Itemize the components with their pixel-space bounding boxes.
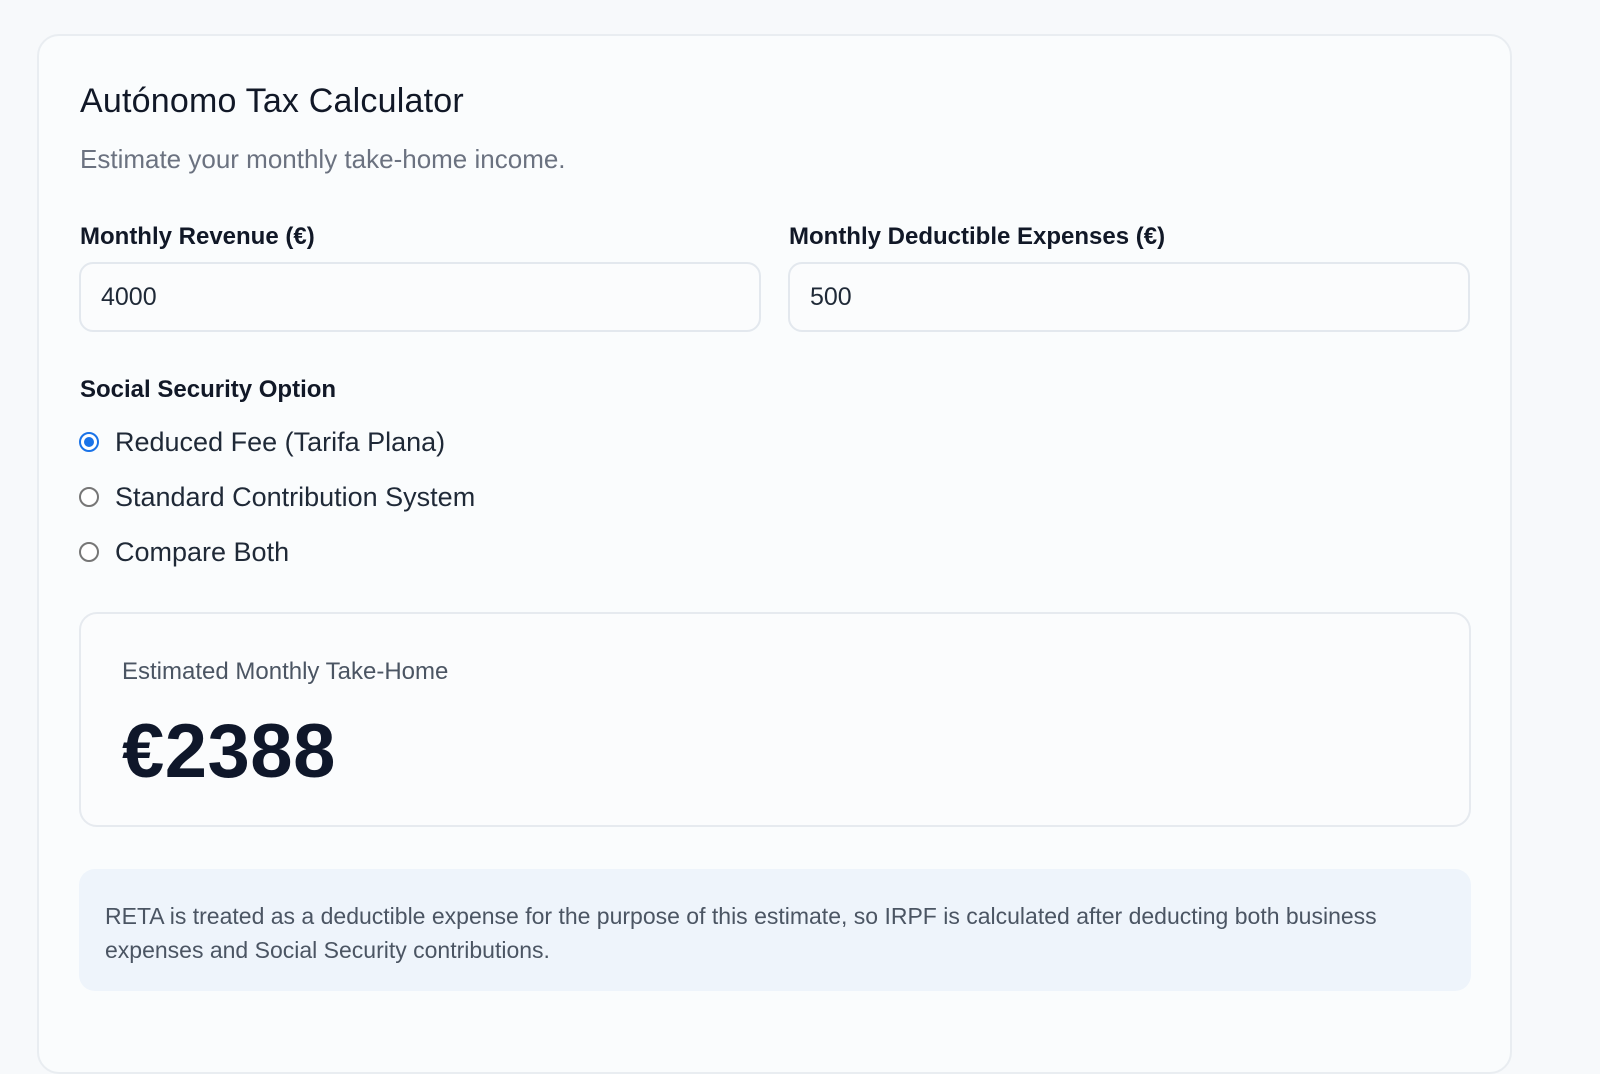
calculator-card: Autónomo Tax Calculator Estimate your mo… bbox=[37, 34, 1512, 1074]
revenue-label: Monthly Revenue (€) bbox=[80, 223, 315, 250]
radio-button-standard-contribution[interactable] bbox=[79, 487, 99, 507]
radio-button-reduced-fee[interactable] bbox=[79, 432, 99, 452]
radio-label-reduced-fee: Reduced Fee (Tarifa Plana) bbox=[115, 426, 446, 457]
radio-option-reduced-fee[interactable]: Reduced Fee (Tarifa Plana) bbox=[79, 422, 445, 462]
page-title: Autónomo Tax Calculator bbox=[80, 82, 464, 120]
social-security-label: Social Security Option bbox=[80, 376, 337, 403]
radio-label-compare-both: Compare Both bbox=[115, 536, 290, 567]
info-note: RETA is treated as a deductible expense … bbox=[79, 869, 1471, 991]
radio-button-compare-both[interactable] bbox=[79, 542, 99, 562]
result-panel: Estimated Monthly Take-Home €2388 bbox=[79, 612, 1471, 827]
info-note-text: RETA is treated as a deductible expense … bbox=[105, 903, 1377, 963]
radio-label-standard-contribution: Standard Contribution System bbox=[115, 481, 476, 512]
take-home-amount: €2388 bbox=[122, 709, 336, 794]
radio-option-compare-both[interactable]: Compare Both bbox=[79, 532, 289, 572]
revenue-input[interactable] bbox=[79, 262, 761, 332]
page-subtitle: Estimate your monthly take-home income. bbox=[80, 144, 566, 174]
expenses-label: Monthly Deductible Expenses (€) bbox=[789, 223, 1166, 250]
radio-option-standard-contribution[interactable]: Standard Contribution System bbox=[79, 477, 475, 517]
result-label: Estimated Monthly Take-Home bbox=[122, 658, 449, 685]
expenses-input[interactable] bbox=[788, 262, 1470, 332]
